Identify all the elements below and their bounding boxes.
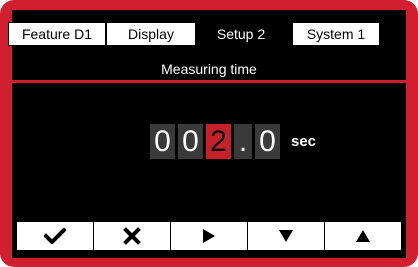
check-icon [44,228,66,244]
cancel-button[interactable] [94,222,170,250]
down-button[interactable] [248,222,324,250]
tab-system-1[interactable]: System 1 [292,22,380,46]
digit-tenths[interactable]: 0 [255,124,280,159]
tab-setup-2[interactable]: Setup 2 [196,22,286,46]
arrow-up-icon [356,230,370,242]
arrow-right-icon [203,229,215,243]
softkey-bar [17,222,401,250]
up-button[interactable] [325,222,401,250]
arrow-down-icon [279,230,293,242]
digit-tens[interactable]: 0 [178,124,203,159]
tab-display[interactable]: Display [106,22,196,46]
confirm-button[interactable] [17,222,93,250]
tab-feature-d1[interactable]: Feature D1 [8,22,106,46]
value-editor: 0 0 2 . 0 sec [150,123,316,160]
digit-ones-selected[interactable]: 2 [206,124,231,159]
digit-hundreds[interactable]: 0 [150,124,175,159]
right-button[interactable] [171,222,247,250]
unit-label: sec [291,133,317,150]
tab-bar: Feature D1 Display Setup 2 System 1 [8,22,402,46]
title-divider [12,80,406,83]
decimal-point: . [234,124,252,159]
page-title: Measuring time [161,61,257,77]
close-icon [123,227,141,245]
